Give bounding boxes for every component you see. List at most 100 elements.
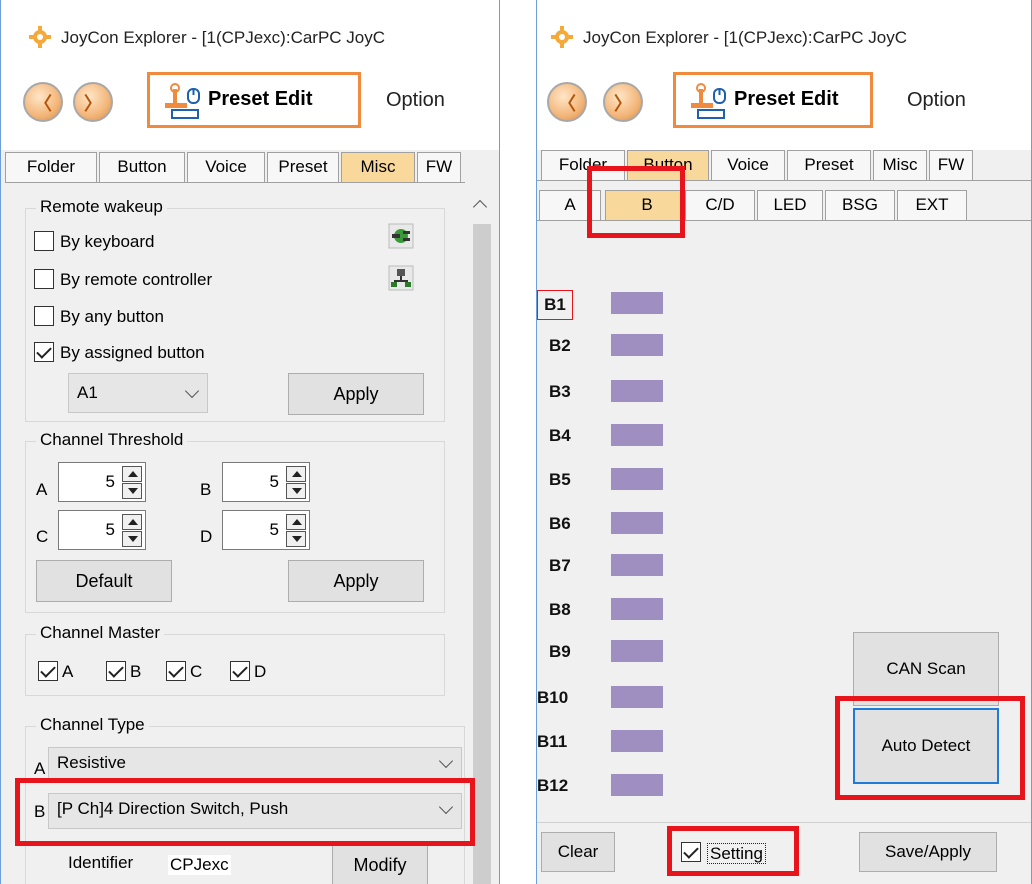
spin-down-icon[interactable] bbox=[286, 483, 306, 499]
assigned-button-select[interactable]: A1 bbox=[68, 373, 208, 413]
spin-down-icon[interactable] bbox=[122, 483, 142, 499]
button-b10-indicator[interactable] bbox=[611, 686, 663, 708]
threshold-apply-button[interactable]: Apply bbox=[288, 560, 424, 602]
button-label-b1[interactable]: B1 bbox=[537, 290, 573, 320]
preset-edit-button[interactable]: Preset Edit bbox=[147, 72, 361, 128]
button-label-b8[interactable]: B8 bbox=[549, 600, 571, 620]
button-label-b6[interactable]: B6 bbox=[549, 514, 571, 534]
master-d-checkbox[interactable] bbox=[230, 661, 250, 681]
button-b11-indicator[interactable] bbox=[611, 730, 663, 752]
forward-arrow-icon: 〉 bbox=[84, 94, 102, 114]
back-button[interactable]: 〈 bbox=[547, 82, 587, 122]
master-d-label: D bbox=[254, 662, 267, 681]
spin-up-icon[interactable] bbox=[286, 466, 306, 482]
forward-button[interactable]: 〉 bbox=[73, 82, 113, 122]
forward-arrow-icon: 〉 bbox=[614, 94, 632, 114]
setting-label[interactable]: Setting bbox=[707, 843, 766, 864]
subtab-bsg[interactable]: BSG bbox=[825, 190, 895, 220]
identifier-value[interactable]: CPJexc bbox=[168, 855, 231, 875]
save-apply-button[interactable]: Save/Apply bbox=[859, 832, 997, 872]
option-menu[interactable]: Option bbox=[386, 89, 445, 112]
preset-edit-button[interactable]: Preset Edit bbox=[673, 72, 873, 128]
master-b-checkbox[interactable] bbox=[106, 661, 126, 681]
channel-type-a-select[interactable]: Resistive bbox=[48, 747, 462, 783]
tab-folder[interactable]: Folder bbox=[5, 152, 97, 182]
by-assigned-button-checkbox[interactable] bbox=[34, 342, 54, 362]
spin-down-icon[interactable] bbox=[122, 531, 142, 547]
modify-button[interactable]: Modify bbox=[332, 845, 428, 884]
tab-misc[interactable]: Misc bbox=[341, 152, 415, 182]
preset-edit-label: Preset Edit bbox=[208, 88, 313, 110]
master-c-checkbox[interactable] bbox=[166, 661, 186, 681]
button-b4-indicator[interactable] bbox=[611, 424, 663, 446]
tab-preset[interactable]: Preset bbox=[787, 150, 871, 180]
subtab-cd[interactable]: C/D bbox=[685, 190, 755, 220]
spin-up-icon[interactable] bbox=[122, 466, 142, 482]
subtab-led[interactable]: LED bbox=[757, 190, 823, 220]
button-b12-indicator[interactable] bbox=[611, 774, 663, 796]
button-label-b9[interactable]: B9 bbox=[549, 642, 571, 662]
button-b3-indicator[interactable] bbox=[611, 380, 663, 402]
button-label-b5[interactable]: B5 bbox=[549, 470, 571, 490]
button-label-b3[interactable]: B3 bbox=[549, 382, 571, 402]
spin-up-icon[interactable] bbox=[286, 514, 306, 530]
button-b1-indicator[interactable] bbox=[611, 292, 663, 314]
subtab-b[interactable]: B bbox=[605, 190, 689, 220]
button-label-b7[interactable]: B7 bbox=[549, 556, 571, 576]
can-scan-button[interactable]: CAN Scan bbox=[853, 632, 999, 706]
scroll-up-icon[interactable] bbox=[472, 199, 488, 215]
button-b5-indicator[interactable] bbox=[611, 468, 663, 490]
spin-up-icon[interactable] bbox=[122, 514, 142, 530]
threshold-a-spinner[interactable]: 5 bbox=[58, 462, 146, 502]
threshold-b-spinner[interactable]: 5 bbox=[222, 462, 310, 502]
wakeup-apply-button[interactable]: Apply bbox=[288, 373, 424, 415]
button-b7-indicator[interactable] bbox=[611, 554, 663, 576]
tab-folder[interactable]: Folder bbox=[541, 150, 625, 180]
threshold-default-button[interactable]: Default bbox=[36, 560, 172, 602]
by-keyboard-checkbox[interactable] bbox=[34, 231, 54, 251]
by-remote-controller-checkbox[interactable] bbox=[34, 269, 54, 289]
tab-voice[interactable]: Voice bbox=[187, 152, 265, 182]
clear-button[interactable]: Clear bbox=[541, 832, 615, 872]
scrollbar-thumb[interactable] bbox=[473, 224, 491, 884]
vertical-scrollbar[interactable] bbox=[465, 188, 499, 884]
back-arrow-icon: 〈 bbox=[34, 94, 52, 114]
by-any-button-checkbox[interactable] bbox=[34, 306, 54, 326]
button-b8-indicator[interactable] bbox=[611, 598, 663, 620]
plug-icon[interactable] bbox=[388, 223, 414, 249]
button-b9-indicator[interactable] bbox=[611, 640, 663, 662]
option-menu[interactable]: Option bbox=[907, 89, 966, 112]
button-label-b10[interactable]: B10 bbox=[537, 688, 568, 708]
network-icon[interactable] bbox=[388, 265, 414, 291]
spin-down-icon[interactable] bbox=[286, 531, 306, 547]
joystick-keyboard-icon bbox=[691, 83, 726, 119]
button-label-b12[interactable]: B12 bbox=[537, 776, 568, 796]
threshold-d-spinner[interactable]: 5 bbox=[222, 510, 310, 550]
title-bar: JoyCon Explorer - [1(CPJexc):CarPC JoyC bbox=[537, 0, 1031, 60]
subtab-ext[interactable]: EXT bbox=[897, 190, 967, 220]
back-arrow-icon: 〈 bbox=[558, 94, 576, 114]
tab-misc[interactable]: Misc bbox=[873, 150, 927, 180]
auto-detect-button[interactable]: Auto Detect bbox=[853, 708, 999, 784]
tab-fw[interactable]: FW bbox=[929, 150, 973, 180]
forward-button[interactable]: 〉 bbox=[603, 82, 643, 122]
button-label-b2[interactable]: B2 bbox=[549, 336, 571, 356]
title-bar: JoyCon Explorer - [1(CPJexc):CarPC JoyC bbox=[1, 0, 499, 60]
back-button[interactable]: 〈 bbox=[23, 82, 63, 122]
button-label-b11[interactable]: B11 bbox=[537, 732, 567, 752]
by-assigned-button-label: By assigned button bbox=[60, 343, 205, 362]
channel-type-b-select[interactable]: [P Ch]4 Direction Switch, Push bbox=[48, 793, 462, 829]
master-a-checkbox[interactable] bbox=[38, 661, 58, 681]
button-b2-indicator[interactable] bbox=[611, 334, 663, 356]
tab-button[interactable]: Button bbox=[627, 150, 709, 180]
tab-voice[interactable]: Voice bbox=[711, 150, 785, 180]
tab-button[interactable]: Button bbox=[99, 152, 185, 182]
joystick-keyboard-icon bbox=[165, 83, 200, 119]
setting-checkbox[interactable] bbox=[681, 842, 701, 862]
button-b6-indicator[interactable] bbox=[611, 512, 663, 534]
tab-preset[interactable]: Preset bbox=[267, 152, 339, 182]
tab-fw[interactable]: FW bbox=[417, 152, 461, 182]
subtab-a[interactable]: A bbox=[539, 190, 601, 220]
button-label-b4[interactable]: B4 bbox=[549, 426, 571, 446]
threshold-c-spinner[interactable]: 5 bbox=[58, 510, 146, 550]
